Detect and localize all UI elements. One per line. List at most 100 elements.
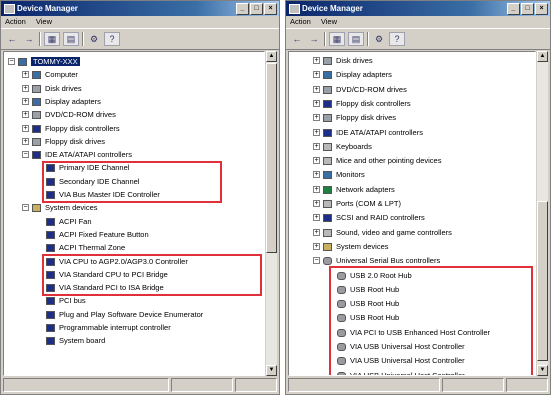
tree-item-label: System board (59, 336, 106, 346)
expand-toggle[interactable]: + (313, 200, 320, 207)
tree-item[interactable]: Ports (COM & LPT) (323, 197, 401, 210)
tree-item[interactable]: Monitors (323, 168, 365, 181)
tree-view-icon[interactable]: ▤ (63, 32, 79, 46)
tree-item[interactable]: System board (46, 334, 105, 347)
tree-item[interactable]: Keyboards (323, 140, 372, 153)
help-icon[interactable]: ? (389, 32, 405, 46)
tree-item-label: TOMMY-XXX (31, 57, 80, 66)
disk-icon (32, 111, 41, 120)
expand-toggle[interactable]: + (22, 137, 29, 145)
properties-icon[interactable]: ▦ (329, 32, 345, 46)
expand-toggle[interactable]: − (8, 58, 15, 65)
device-manager-icon (4, 4, 15, 14)
tree-item[interactable]: ACPI Fixed Feature Button (46, 228, 149, 241)
vertical-scrollbar[interactable]: ▲ ▼ (537, 51, 548, 376)
tree-item[interactable]: System devices (323, 240, 389, 253)
disk-icon (323, 57, 332, 66)
expand-toggle[interactable]: + (313, 57, 320, 64)
expand-toggle[interactable]: + (313, 85, 320, 93)
scroll-thumb[interactable] (266, 63, 277, 253)
tree-item[interactable]: Programmable interrupt controller (46, 321, 171, 334)
tree-item[interactable]: Floppy disk controllers (32, 122, 120, 135)
tree-item[interactable]: DVD/CD-ROM drives (323, 83, 407, 96)
tree-item[interactable]: Computer (32, 68, 78, 81)
tree-item-label: Plug and Play Software Device Enumerator (59, 309, 204, 319)
tree-item[interactable]: PCI bus (46, 294, 86, 307)
expand-toggle[interactable]: + (22, 84, 29, 92)
tree-item[interactable]: TOMMY-XXX (18, 55, 80, 68)
expand-toggle[interactable]: + (313, 214, 320, 222)
scroll-up-arrow[interactable]: ▲ (537, 51, 548, 62)
expand-toggle[interactable]: + (313, 228, 320, 236)
minimize-button[interactable]: _ (507, 3, 520, 15)
forward-arrow-icon[interactable]: → (307, 33, 321, 45)
expand-toggle[interactable]: + (313, 242, 320, 250)
title-bar[interactable]: Device Manager _ □ × (286, 1, 550, 16)
forward-arrow-icon[interactable]: → (22, 33, 36, 45)
tree-item[interactable]: SCSI and RAID controllers (323, 211, 425, 224)
tree-view-icon[interactable]: ▤ (348, 32, 364, 46)
tree-item[interactable]: Disk drives (323, 54, 373, 67)
minimize-button[interactable]: _ (236, 3, 249, 15)
scroll-up-arrow[interactable]: ▲ (266, 51, 277, 62)
tree-item[interactable]: Display adapters (32, 95, 101, 108)
scroll-down-arrow[interactable]: ▼ (537, 365, 548, 376)
scroll-down-arrow[interactable]: ▼ (266, 365, 277, 376)
chip-icon (46, 297, 55, 306)
expand-toggle[interactable]: + (313, 157, 320, 165)
back-arrow-icon[interactable]: ← (5, 33, 19, 45)
properties-icon[interactable]: ▦ (44, 32, 60, 46)
tree-item[interactable]: IDE ATA/ATAPI controllers (32, 148, 132, 161)
expand-toggle[interactable]: − (313, 257, 320, 265)
tree-item[interactable]: IDE ATA/ATAPI controllers (323, 126, 423, 139)
tree-item[interactable]: Floppy disk drives (32, 135, 105, 148)
vertical-scrollbar[interactable]: ▲ ▼ (266, 51, 277, 376)
maximize-button[interactable]: □ (521, 3, 534, 15)
toolbar: ← → ▦ ▤ ⚙ ? (1, 28, 279, 50)
menu-view[interactable]: View (321, 16, 337, 28)
close-button[interactable]: × (535, 3, 548, 15)
tree-item[interactable]: Plug and Play Software Device Enumerator (46, 308, 203, 321)
toolbar-separator (39, 32, 41, 46)
sound-icon (323, 228, 332, 237)
expand-toggle[interactable]: − (22, 204, 29, 212)
tree-item[interactable]: System devices (32, 201, 98, 214)
menu-action[interactable]: Action (290, 16, 311, 28)
expand-toggle[interactable]: + (313, 99, 320, 107)
tree-item[interactable]: Sound, video and game controllers (323, 226, 452, 239)
expand-toggle[interactable]: − (22, 151, 29, 159)
tree-item[interactable]: Disk drives (32, 82, 82, 95)
tree-item[interactable]: DVD/CD-ROM drives (32, 108, 116, 121)
menu-view[interactable]: View (36, 16, 52, 28)
expand-toggle[interactable]: + (313, 142, 320, 150)
help-icon[interactable]: ? (104, 32, 120, 46)
menu-action[interactable]: Action (5, 16, 26, 28)
tree-item-label: Keyboards (336, 141, 372, 151)
tree-item[interactable]: ACPI Thermal Zone (46, 241, 125, 254)
expand-toggle[interactable]: + (313, 114, 320, 122)
expand-toggle[interactable]: + (313, 128, 320, 136)
tree-item[interactable]: Mice and other pointing devices (323, 154, 441, 167)
tree-item[interactable]: Floppy disk drives (323, 111, 396, 124)
maximize-button[interactable]: □ (250, 3, 263, 15)
title-bar[interactable]: Device Manager _ □ × (1, 1, 279, 16)
expand-toggle[interactable]: + (22, 97, 29, 105)
back-arrow-icon[interactable]: ← (290, 33, 304, 45)
expand-toggle[interactable]: + (22, 71, 29, 79)
tree-item[interactable]: Network adapters (323, 183, 395, 196)
expand-toggle[interactable]: + (313, 71, 320, 79)
expand-toggle[interactable]: + (22, 111, 29, 119)
scan-hardware-icon[interactable]: ⚙ (87, 33, 101, 45)
tree-item-label: System devices (45, 203, 98, 213)
scan-hardware-icon[interactable]: ⚙ (372, 33, 386, 45)
tree-item[interactable]: ACPI Fan (46, 215, 92, 228)
expand-toggle[interactable]: + (313, 185, 320, 193)
expand-toggle[interactable]: + (313, 171, 320, 179)
tree-item[interactable]: Display adapters (323, 68, 392, 81)
tree-item-label: Monitors (336, 170, 365, 180)
close-button[interactable]: × (264, 3, 277, 15)
expand-toggle[interactable]: + (22, 124, 29, 132)
monitor-icon (32, 97, 41, 106)
scroll-thumb[interactable] (537, 201, 548, 361)
tree-item[interactable]: Floppy disk controllers (323, 97, 411, 110)
